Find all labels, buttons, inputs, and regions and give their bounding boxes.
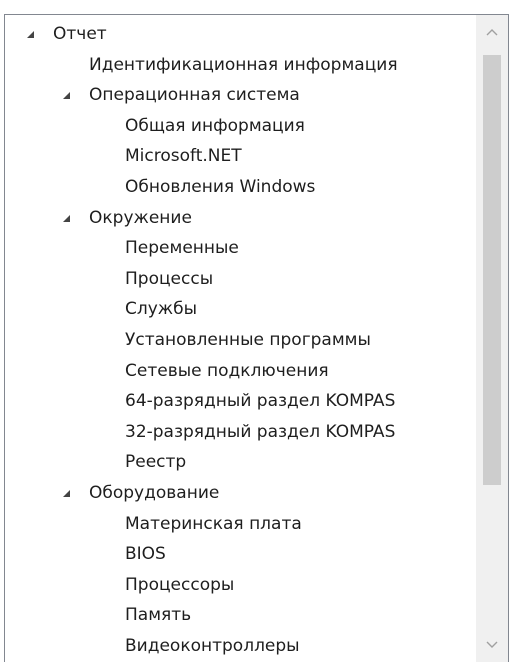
tree-item-label: Отчет xyxy=(53,24,107,44)
tree-item[interactable]: 64-разрядный раздел KOMPAS xyxy=(5,386,476,416)
tree-item-label: BIOS xyxy=(125,544,166,565)
scroll-down-button[interactable] xyxy=(476,632,508,658)
tree-item[interactable]: Службы xyxy=(5,294,476,324)
tree-item-label: 64-разрядный раздел KOMPAS xyxy=(125,391,396,412)
report-tree-panel: Отчет Идентификационная информация Операци… xyxy=(4,14,509,662)
expanded-triangle-icon[interactable] xyxy=(61,488,72,499)
tree-item-label: Видеоконтроллеры xyxy=(125,636,300,656)
tree-item[interactable]: Сетевые подключения xyxy=(5,356,476,386)
tree-item-label: Память xyxy=(125,605,192,626)
tree-item-label: Операционная система xyxy=(89,85,300,106)
tree-item-label: Установленные программы xyxy=(125,330,371,350)
tree-item-label: Обновления Windows xyxy=(125,177,316,197)
tree-item-label: Процессоры xyxy=(125,574,235,595)
tree-item-label: Переменные xyxy=(125,238,239,259)
tree-item-label: Оборудование xyxy=(89,483,220,503)
tree-item[interactable]: Идентификационная информация xyxy=(5,50,476,80)
tree-item[interactable]: Окружение xyxy=(5,203,476,233)
tree-item-label: Microsoft.NET xyxy=(125,146,242,167)
chevron-down-icon xyxy=(476,632,508,658)
tree-item[interactable]: Операционная система xyxy=(5,80,476,110)
tree-item-label: Окружение xyxy=(89,207,192,228)
tree-item[interactable]: Реестр xyxy=(5,447,476,477)
tree-item[interactable]: BIOS xyxy=(5,539,476,569)
tree-item[interactable]: Оборудование xyxy=(5,478,476,508)
expanded-triangle-icon[interactable] xyxy=(25,29,36,40)
tree-item-label: Общая информация xyxy=(125,115,305,136)
tree-item-label: 32-разрядный раздел KOMPAS xyxy=(125,421,396,442)
tree-item[interactable]: Обновления Windows xyxy=(5,172,476,202)
chevron-up-icon xyxy=(476,19,508,45)
tree-item[interactable]: Установленные программы xyxy=(5,325,476,355)
tree-item[interactable]: Microsoft.NET xyxy=(5,141,476,171)
expanded-triangle-icon[interactable] xyxy=(61,213,72,224)
tree-item[interactable]: Переменные xyxy=(5,233,476,263)
tree-item[interactable]: Память xyxy=(5,600,476,630)
vertical-scrollbar[interactable] xyxy=(476,15,508,662)
tree-item-label: Сетевые подключения xyxy=(125,360,329,381)
scroll-up-button[interactable] xyxy=(476,19,508,45)
tree-item-label: Процессы xyxy=(125,268,214,289)
tree-item-label: Службы xyxy=(125,299,198,320)
tree-item[interactable]: Отчет xyxy=(5,19,476,49)
scrollbar-thumb[interactable] xyxy=(483,55,501,485)
tree-item[interactable]: Общая информация xyxy=(5,111,476,141)
expanded-triangle-icon[interactable] xyxy=(61,90,72,101)
tree-item[interactable]: 32-разрядный раздел KOMPAS xyxy=(5,417,476,447)
tree-item-label: Материнская плата xyxy=(125,513,302,534)
tree-item[interactable]: Процессоры xyxy=(5,570,476,600)
tree-item[interactable]: Процессы xyxy=(5,264,476,294)
tree-item-label: Реестр xyxy=(125,452,187,473)
tree-item[interactable]: Видеоконтроллеры xyxy=(5,631,476,661)
tree-item-label: Идентификационная информация xyxy=(89,54,398,75)
tree-item[interactable]: Материнская плата xyxy=(5,509,476,539)
report-tree: Отчет Идентификационная информация Операци… xyxy=(5,15,476,662)
